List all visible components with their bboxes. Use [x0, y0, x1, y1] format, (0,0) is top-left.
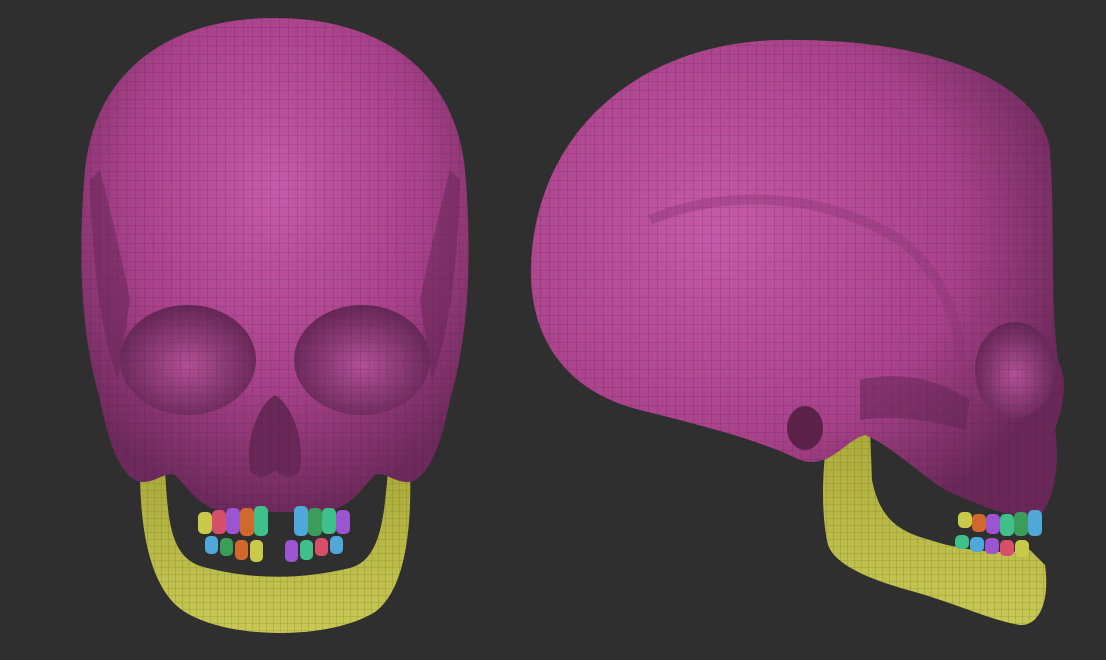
scene-canvas[interactable] [0, 0, 1106, 660]
front-view[interactable] [81, 18, 469, 633]
ear-canal [787, 406, 823, 450]
front-teeth [198, 506, 350, 562]
left-orbit [120, 305, 256, 415]
right-orbit [294, 305, 430, 415]
viewport[interactable] [0, 0, 1106, 660]
side-orbit [975, 322, 1055, 418]
side-view[interactable] [530, 39, 1065, 626]
